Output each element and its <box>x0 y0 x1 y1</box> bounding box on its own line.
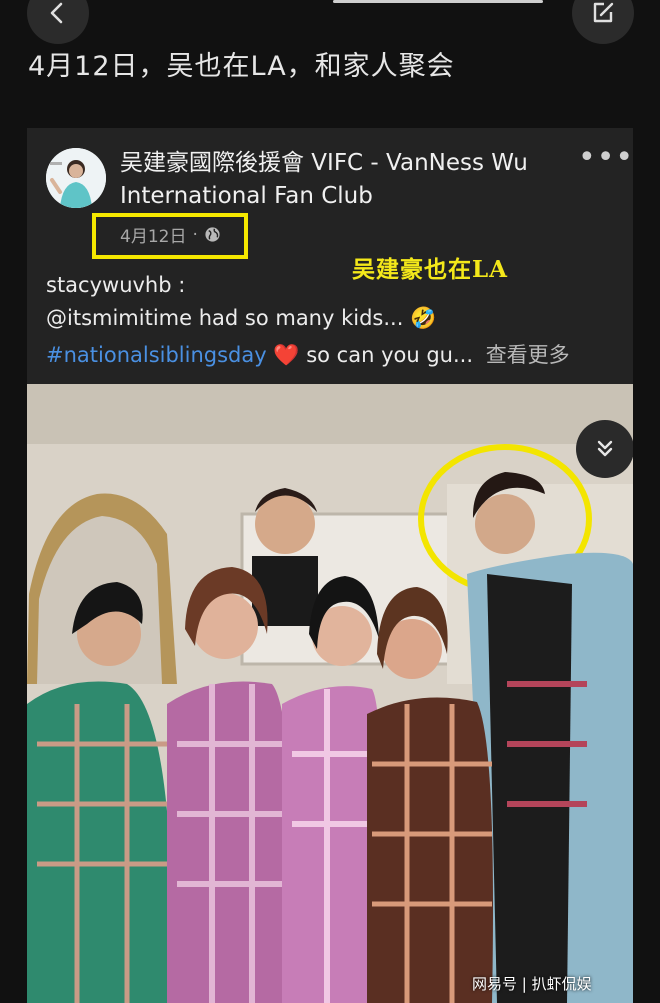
group-photo-illustration <box>27 384 633 1003</box>
hashtag-link[interactable]: #nationalsiblingsday <box>46 343 267 367</box>
facebook-post-card: 吴建豪國際後援會 VIFC - VanNess Wu International… <box>27 128 633 1003</box>
post-photo[interactable] <box>27 384 633 1003</box>
caption-hashtag-line: #nationalsiblingsday ❤️ so can you gu...… <box>46 339 626 369</box>
status-bar-indicator <box>333 0 543 3</box>
double-chevron-down-icon <box>597 440 613 457</box>
back-button[interactable] <box>27 0 89 44</box>
collapse-button[interactable] <box>576 420 633 478</box>
see-more-link[interactable]: 查看更多 <box>486 343 570 367</box>
post-author[interactable]: 吴建豪國際後援會 VIFC - VanNess Wu International… <box>120 147 570 213</box>
source-watermark: 网易号 | 扒虾侃娱 <box>472 975 592 993</box>
chevron-left-icon <box>50 2 63 24</box>
share-icon <box>593 2 614 23</box>
avatar-picture <box>46 148 106 208</box>
share-button[interactable] <box>572 0 634 44</box>
heart-emoji: ❤️ <box>273 343 300 367</box>
more-options-button[interactable]: ••• <box>578 143 633 173</box>
caption-mention: @itsmimitime had so many kids... 🤣 <box>46 306 437 330</box>
article-headline: 4月12日，吴也在LA，和家人聚会 <box>28 51 455 82</box>
highlight-box <box>92 213 248 259</box>
caption-text: so can you gu... <box>299 343 473 367</box>
caption-username: stacywuvhb : <box>46 273 186 297</box>
avatar[interactable] <box>46 148 106 208</box>
